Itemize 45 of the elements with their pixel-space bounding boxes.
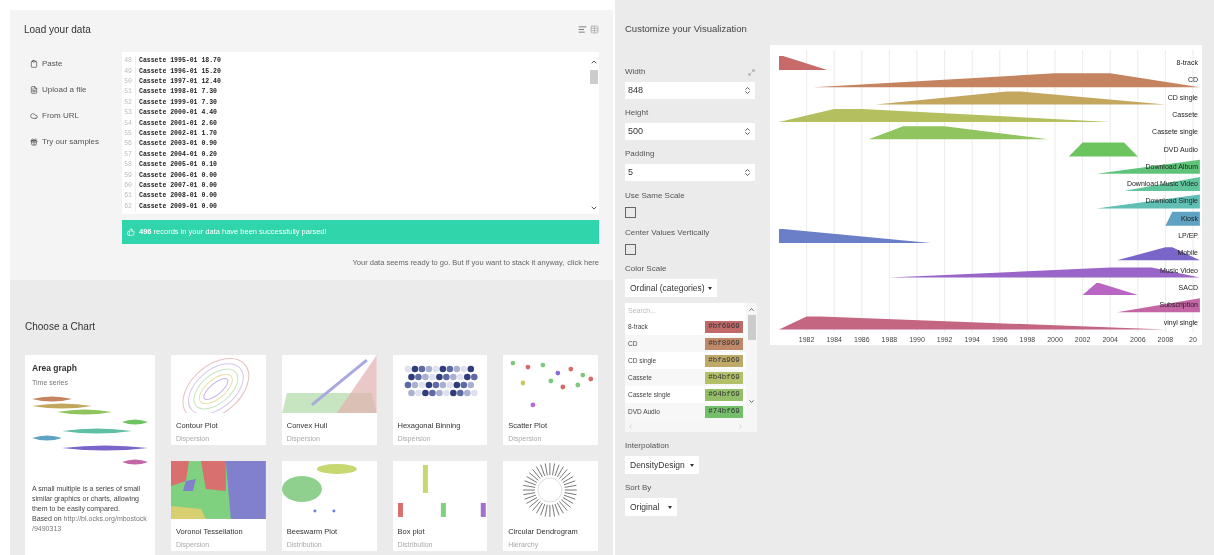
- stepper-icon[interactable]: [743, 168, 752, 178]
- checkbox[interactable]: [625, 244, 636, 256]
- dropdown[interactable]: Original: [625, 498, 677, 517]
- thumbs-up-icon: [127, 228, 135, 236]
- field-label: Width: [625, 66, 646, 79]
- scroll-down-icon[interactable]: [590, 204, 598, 212]
- chart-name: Area graph: [32, 362, 78, 375]
- caret-icon: [690, 463, 694, 467]
- stepper-icon[interactable]: [743, 127, 752, 137]
- source-option[interactable]: Paste: [30, 58, 122, 70]
- scroll-down-icon[interactable]: [748, 398, 755, 406]
- gift-icon: [30, 138, 38, 146]
- field-label: Color Scale: [625, 263, 668, 276]
- field-label: Padding: [625, 148, 655, 161]
- scrollbar-thumb[interactable]: [590, 70, 598, 84]
- section-title: Choose a Chart: [25, 321, 96, 332]
- number-field[interactable]: 500: [625, 123, 755, 141]
- dropdown[interactable]: Ordinal (categories): [625, 279, 717, 298]
- scrollbar-thumb[interactable]: [747, 315, 756, 341]
- field-label: Sort By: [625, 482, 653, 495]
- scroll-up-icon[interactable]: [590, 58, 598, 66]
- number-field[interactable]: 5: [625, 164, 755, 182]
- source-option[interactable]: From URL: [30, 110, 122, 122]
- data-editor[interactable]: [122, 52, 599, 214]
- panel-title: Customize your Visualization: [625, 22, 748, 36]
- caret-icon: [708, 286, 712, 290]
- caret-icon: [668, 505, 672, 509]
- stepper-icon[interactable]: [743, 86, 752, 96]
- checkbox[interactable]: [625, 207, 636, 219]
- field-label: Center Values Vertically: [625, 227, 711, 240]
- field-label: Interpolation: [625, 440, 671, 453]
- document-icon: [30, 86, 38, 94]
- source-option[interactable]: Upload a file: [30, 84, 122, 96]
- field-label: Height: [625, 107, 649, 120]
- number-field[interactable]: 848: [625, 82, 755, 100]
- source-option[interactable]: Try our samples: [30, 136, 122, 148]
- cloud-icon: [30, 112, 38, 120]
- clipboard-icon: [30, 60, 38, 68]
- list-view-icon[interactable]: [578, 25, 587, 34]
- resize-icon[interactable]: [748, 68, 755, 76]
- panel-title: Load your data: [24, 23, 91, 37]
- scroll-up-icon[interactable]: [748, 306, 755, 314]
- field-label: Use Same Scale: [625, 190, 686, 203]
- table-view-icon[interactable]: [590, 25, 599, 34]
- dropdown[interactable]: DensityDesign: [625, 456, 699, 475]
